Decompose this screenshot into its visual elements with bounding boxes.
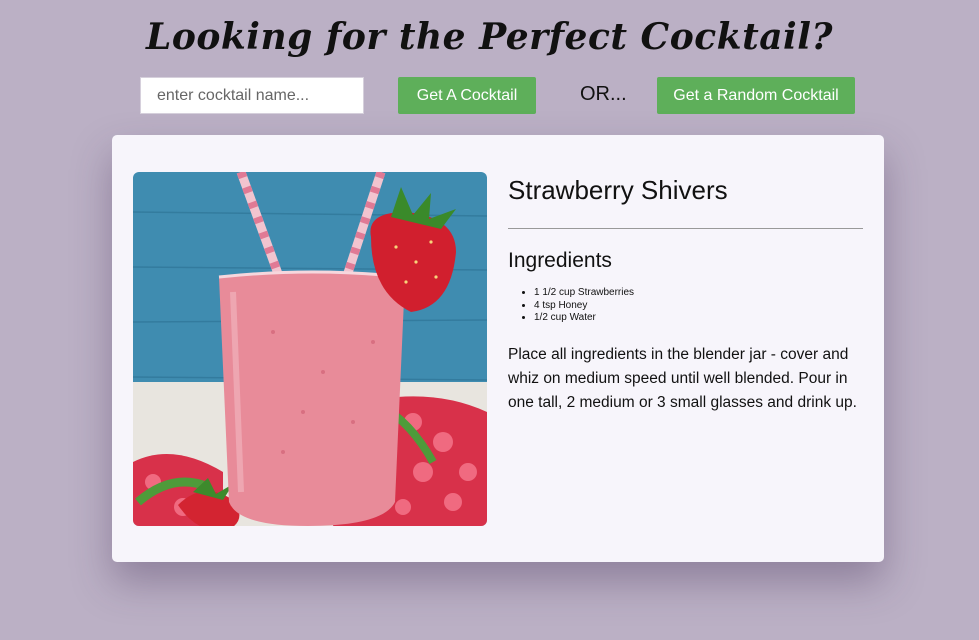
- strawberry-smoothie-photo: [133, 172, 487, 526]
- or-separator: OR...: [580, 83, 627, 105]
- get-cocktail-button[interactable]: Get A Cocktail: [398, 77, 536, 114]
- ingredient-list: 1 1/2 cup Strawberries 4 tsp Honey 1/2 c…: [508, 287, 863, 325]
- cocktail-card: Strawberry Shivers Ingredients 1 1/2 cup…: [112, 135, 884, 562]
- search-input[interactable]: [140, 77, 364, 114]
- page-title: Looking for the Perfect Cocktail?: [146, 16, 833, 58]
- cocktail-name: Strawberry Shivers: [508, 175, 728, 205]
- cocktail-details: Strawberry Shivers Ingredients 1 1/2 cup…: [508, 175, 863, 415]
- instructions-text: Place all ingredients in the blender jar…: [508, 345, 857, 411]
- ingredients-heading: Ingredients: [508, 249, 612, 272]
- list-item: 4 tsp Honey: [534, 300, 863, 313]
- list-item: 1/2 cup Water: [534, 312, 863, 325]
- divider: [508, 228, 863, 229]
- cocktail-image: [133, 172, 487, 526]
- list-item: 1 1/2 cup Strawberries: [534, 287, 863, 300]
- random-cocktail-button[interactable]: Get a Random Cocktail: [657, 77, 855, 114]
